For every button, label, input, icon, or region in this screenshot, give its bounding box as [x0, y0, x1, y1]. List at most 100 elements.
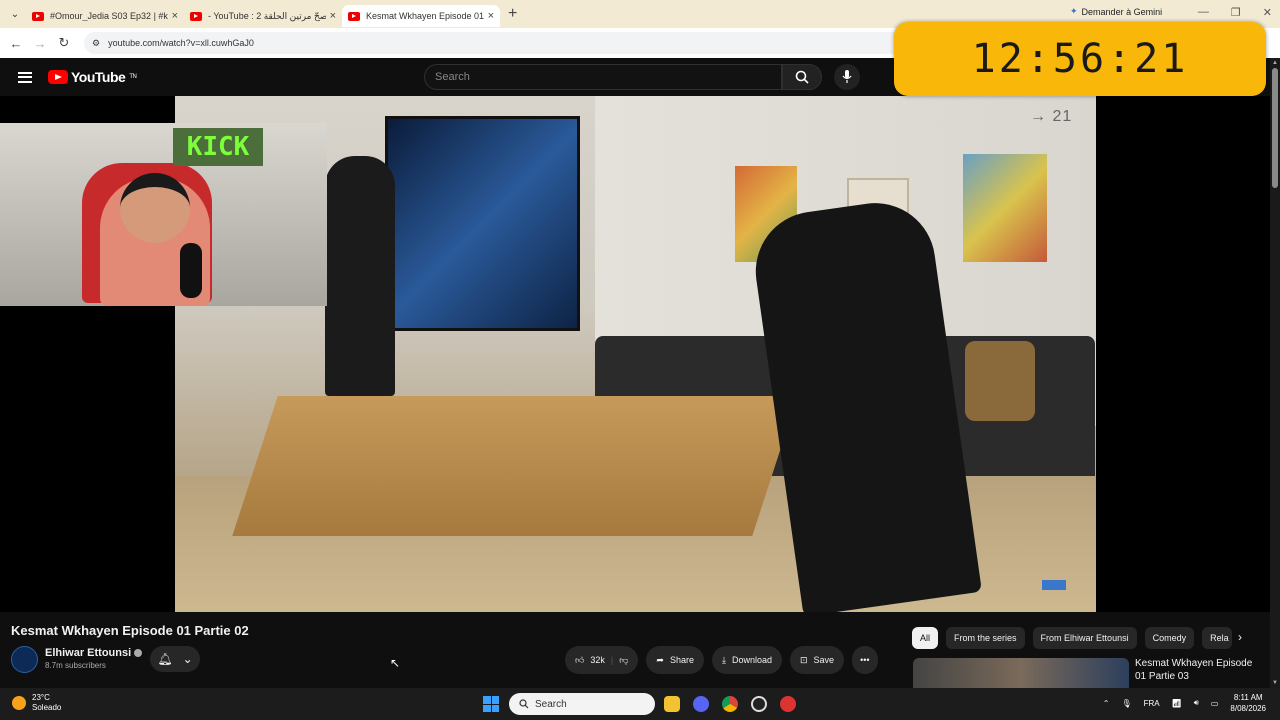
notification-button[interactable]: 🔔︎ ⌄: [150, 646, 200, 672]
menu-icon[interactable]: [18, 71, 32, 83]
video-corner-text: → 21: [1030, 108, 1073, 125]
start-button[interactable]: [483, 696, 499, 712]
tab-title: Kesmat Wkhayen Episode 01: [366, 11, 484, 21]
browser-tab-3-active[interactable]: Kesmat Wkhayen Episode 01 ×: [342, 5, 500, 27]
recommended-thumbnail[interactable]: [913, 658, 1129, 688]
share-button[interactable]: ➦ Share: [646, 646, 704, 674]
taskbar-search[interactable]: Search: [509, 693, 655, 715]
youtube-favicon-icon: [32, 11, 44, 21]
search-button[interactable]: [782, 64, 822, 90]
channel-name[interactable]: Elhiwar Ettounsi: [45, 647, 143, 659]
scene-drum: [965, 341, 1035, 421]
scene-poster: [385, 116, 580, 331]
related-chips: All From the series From Elhiwar Ettouns…: [912, 627, 1233, 649]
chip-comedy[interactable]: Comedy: [1144, 627, 1195, 649]
file-explorer-icon[interactable]: [664, 696, 680, 712]
chip-from-series[interactable]: From the series: [946, 627, 1025, 649]
close-window-icon[interactable]: ✕: [1263, 6, 1272, 19]
forward-arrow-icon[interactable]: →: [28, 36, 52, 51]
mouse-cursor-icon: ↖: [390, 656, 401, 670]
chrome-icon[interactable]: [722, 696, 738, 712]
taskbar-date: 8/08/2026: [1230, 704, 1266, 713]
browser-tab-2[interactable]: - YouTube : 2 صحّ مرتين الحلقة ×: [184, 5, 342, 27]
like-icon[interactable]: 👍︎: [575, 655, 584, 666]
chip-from-channel[interactable]: From Elhiwar Ettounsi: [1032, 627, 1137, 649]
app-red-icon[interactable]: [780, 696, 796, 712]
tray-chevron-icon[interactable]: ⌃: [1103, 699, 1110, 708]
youtube-favicon-icon: [348, 11, 360, 21]
youtube-logo[interactable]: YouTube TN: [48, 69, 137, 85]
gemini-sparkle-icon: ✦: [1070, 6, 1078, 16]
channel-name-text: Elhiwar Ettounsi: [45, 647, 132, 659]
bell-icon: 🔔︎: [157, 652, 173, 666]
dislike-icon[interactable]: 👎︎: [619, 655, 628, 666]
omnibox[interactable]: ⚙ youtube.com/watch?v=xll.cuwhGaJ0: [84, 32, 944, 54]
search-input[interactable]: Search: [424, 64, 782, 90]
new-tab-button[interactable]: +: [508, 5, 517, 23]
obs-icon[interactable]: [751, 696, 767, 712]
scrollbar-thumb[interactable]: [1272, 68, 1278, 188]
more-actions-button[interactable]: •••: [852, 646, 878, 674]
battery-icon[interactable]: ▭: [1211, 699, 1219, 708]
minimize-icon[interactable]: —: [1198, 6, 1209, 19]
kick-sign: KICK: [173, 128, 263, 166]
tab-title: #Omour_Jedia S03 Ep32 | #khar: [50, 11, 168, 21]
weather-text: Soleado: [32, 703, 62, 712]
channel-watermark: [1042, 580, 1066, 590]
back-arrow-icon[interactable]: ←: [4, 36, 28, 51]
reload-icon[interactable]: ↻: [52, 35, 76, 51]
search-icon: [795, 70, 809, 84]
page-scrollbar[interactable]: ▲ ▼: [1270, 58, 1280, 688]
url-text: youtube.com/watch?v=xll.cuwhGaJ0: [108, 38, 254, 48]
taskbar: 23°C Soleado Search ⌃ 🎙︎ FRA 📶︎ 🔊︎ ▭ 8:1…: [0, 688, 1280, 720]
tab-close-icon[interactable]: ×: [488, 10, 494, 22]
system-tray: ⌃ 🎙︎ FRA 📶︎ 🔊︎ ▭ 8:11 AM 8/08/2026: [1103, 692, 1266, 714]
chip-all[interactable]: All: [912, 627, 939, 649]
clock-date[interactable]: 8:11 AM 8/08/2026: [1230, 692, 1266, 714]
streamer-head: [120, 173, 190, 243]
microphone-icon[interactable]: 🎙︎: [1121, 699, 1131, 708]
tab-close-icon[interactable]: ×: [172, 10, 178, 22]
scroll-down-icon[interactable]: ▼: [1272, 680, 1278, 686]
wifi-icon[interactable]: 📶︎: [1172, 699, 1182, 708]
youtube-favicon-icon: [190, 11, 202, 21]
maximize-icon[interactable]: ❐: [1231, 6, 1241, 19]
tab-close-icon[interactable]: ×: [330, 10, 336, 22]
video-details: Kesmat Wkhayen Episode 01 Partie 02 Elhi…: [0, 612, 1270, 688]
download-button[interactable]: ⤓ Download: [711, 646, 782, 674]
recommended-title[interactable]: Kesmat Wkhayen Episode 01 Partie 03: [1135, 657, 1260, 683]
discord-icon[interactable]: [693, 696, 709, 712]
voice-search-button[interactable]: [834, 64, 860, 90]
chevron-right-icon[interactable]: ›: [1238, 630, 1242, 644]
gemini-button[interactable]: ✦ Demander à Gemini: [1070, 6, 1162, 17]
like-dislike-group: 👍︎ 32k | 👎︎: [565, 646, 639, 674]
download-icon: ⤓: [721, 654, 726, 665]
volume-icon[interactable]: 🔊︎: [1194, 698, 1199, 708]
scene-desk: [232, 396, 798, 536]
sun-icon: [12, 696, 26, 710]
browser-tab-1[interactable]: #Omour_Jedia S03 Ep32 | #khar ×: [26, 5, 184, 27]
share-icon: ➦: [656, 654, 664, 665]
save-label: Save: [813, 655, 835, 665]
chevron-down-icon: ⌄: [182, 652, 193, 666]
scroll-up-icon[interactable]: ▲: [1272, 60, 1278, 66]
language-indicator[interactable]: FRA: [1144, 699, 1160, 708]
share-label: Share: [669, 655, 694, 665]
weather-widget[interactable]: 23°C Soleado: [12, 693, 61, 713]
window-controls: — ❐ ✕: [1198, 6, 1272, 19]
chip-related[interactable]: Rela: [1202, 627, 1233, 649]
download-label: Download: [731, 655, 772, 665]
site-info-icon[interactable]: ⚙: [92, 38, 100, 49]
tab-title: - YouTube : 2 صحّ مرتين الحلقة: [208, 10, 326, 21]
channel-avatar[interactable]: [11, 646, 38, 673]
video-player[interactable]: → 21 KICK: [0, 96, 1270, 612]
logo-country: TN: [129, 74, 137, 80]
streamer-microphone: [180, 243, 202, 298]
clock-overlay: 12:56:21: [894, 22, 1266, 96]
save-button[interactable]: ⊡ Save: [790, 646, 845, 674]
scene-person: [325, 156, 395, 396]
tab-search-icon[interactable]: ⌄: [4, 3, 26, 25]
action-bar: 👍︎ 32k | 👎︎ ➦ Share ⤓ Download ⊡ Save ••…: [565, 646, 878, 674]
like-count[interactable]: 32k: [590, 655, 605, 665]
gemini-label: Demander à Gemini: [1081, 6, 1163, 17]
